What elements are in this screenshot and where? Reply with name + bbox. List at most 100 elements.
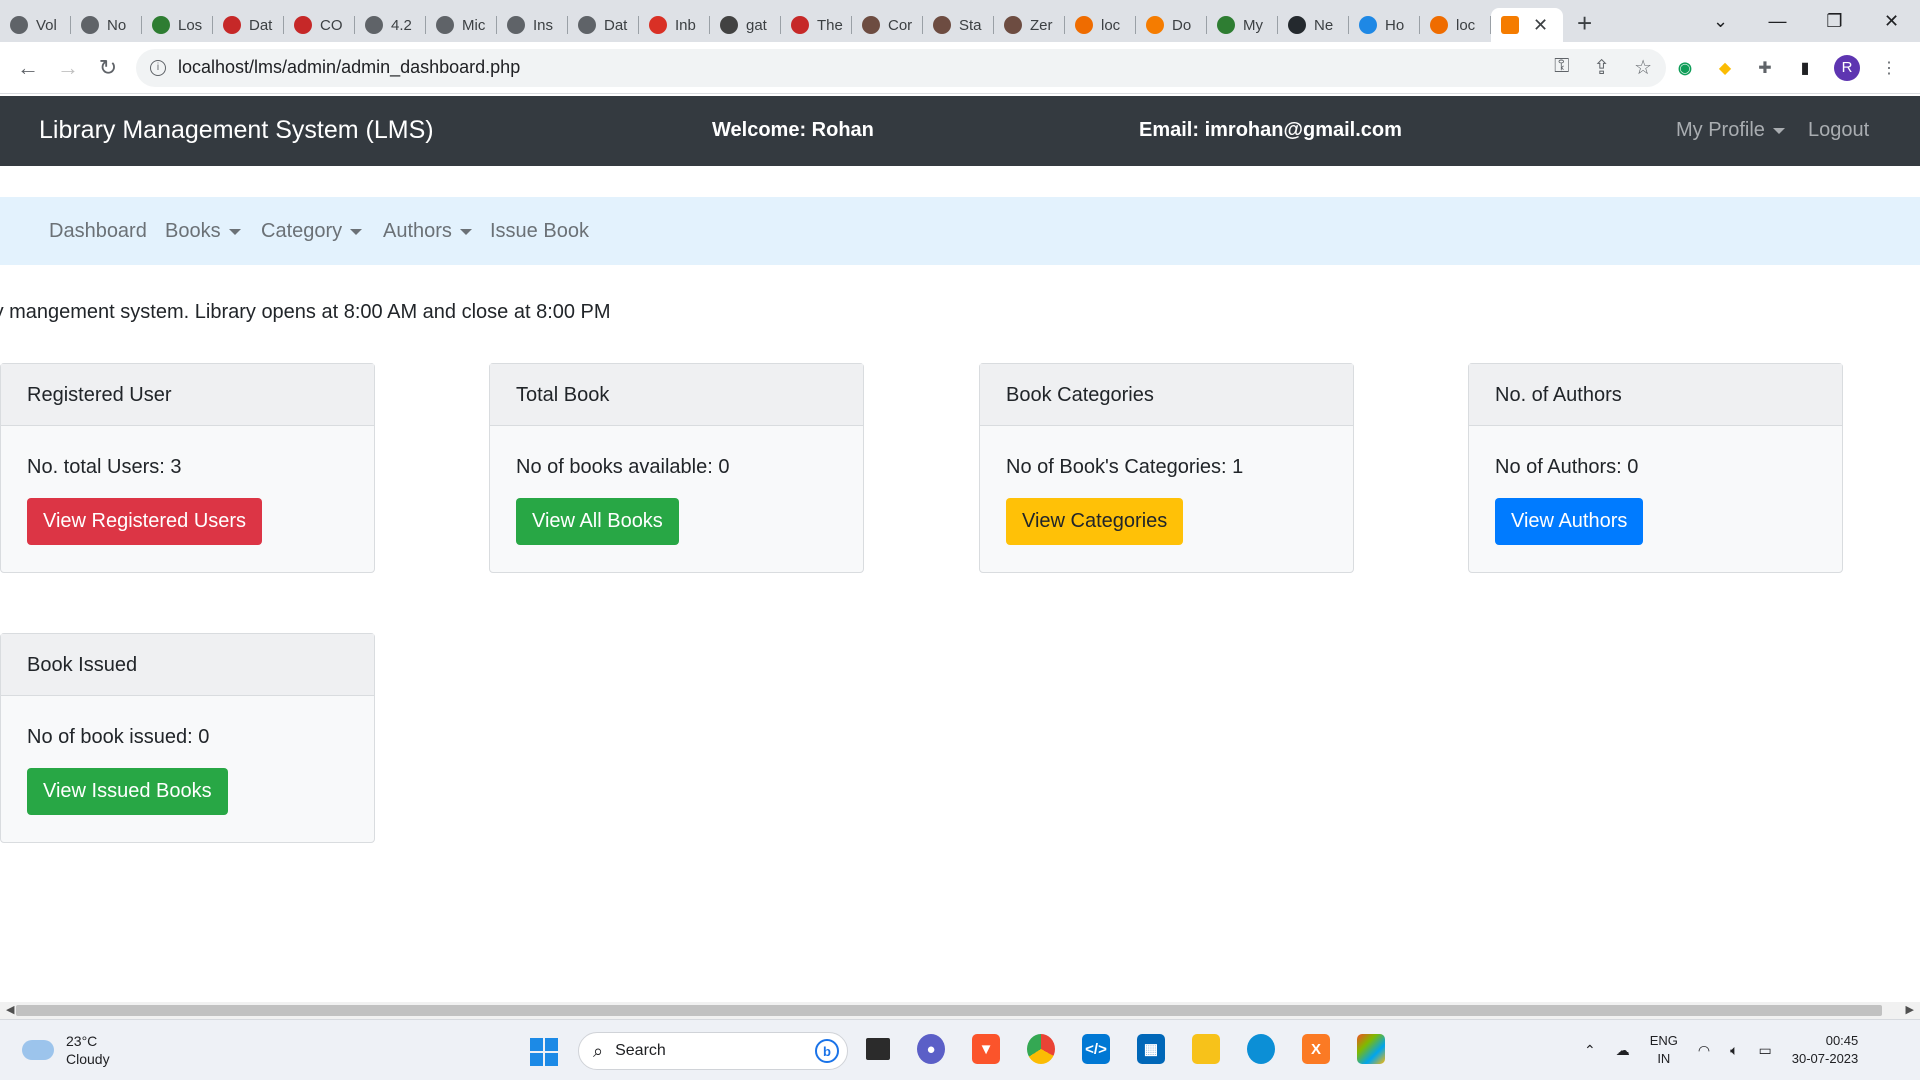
browser-tab[interactable]: Mic (426, 8, 497, 42)
browser-tab[interactable]: Inb (639, 8, 710, 42)
git-icon[interactable] (1357, 1034, 1385, 1064)
view-authors-button[interactable]: View Authors (1495, 498, 1644, 545)
nav-category-label: Category (261, 220, 343, 242)
browser-tab[interactable]: Zer (994, 8, 1065, 42)
onedrive-cloud-icon[interactable]: ☁ (1616, 1042, 1630, 1059)
taskbar-apps: ● ▼ </> ▦ X (866, 1034, 1385, 1064)
share-icon[interactable]: ⇪ (1593, 55, 1610, 80)
nav-authors-dropdown[interactable]: Authors (383, 220, 472, 243)
nav-category-dropdown[interactable]: Category (261, 220, 363, 243)
side-panel-icon[interactable]: ▮ (1794, 57, 1816, 79)
my-profile-dropdown[interactable]: My Profile (1676, 119, 1785, 142)
active-tab[interactable]: ✕ (1491, 8, 1563, 42)
show-hidden-icons-chevron-icon[interactable]: ⌃ (1584, 1042, 1596, 1059)
chrome-icon[interactable] (1027, 1034, 1055, 1064)
browser-tab[interactable]: Dat (568, 8, 639, 42)
view-issued-books-button[interactable]: View Issued Books (27, 768, 228, 815)
url-text[interactable]: localhost/lms/admin/admin_dashboard.php (178, 57, 520, 78)
card-count-text: No of Book's Categories: 1 (1006, 456, 1244, 478)
email-text: Email: imrohan@gmail.com (1139, 119, 1402, 141)
browser-tab[interactable]: Ne (1278, 8, 1349, 42)
browser-menu-icon[interactable]: ⋮ (1878, 57, 1900, 79)
language-indicator[interactable]: ENG IN (1650, 1032, 1678, 1068)
nav-authors-label: Authors (383, 220, 452, 242)
profile-avatar[interactable]: R (1834, 54, 1860, 81)
browser-tab[interactable]: Cor (852, 8, 923, 42)
card-count-text: No of book issued: 0 (27, 726, 210, 748)
extension-color-icon[interactable]: ◆ (1714, 57, 1736, 79)
browser-tab[interactable]: The (781, 8, 852, 42)
scroll-left-arrow-icon[interactable]: ◀ (6, 1002, 14, 1019)
wifi-icon[interactable]: ◠ (1698, 1042, 1710, 1059)
browser-tab[interactable]: loc (1065, 8, 1136, 42)
cloud-icon (22, 1040, 54, 1060)
tab-favicon-icon (1359, 16, 1377, 34)
browser-tab[interactable]: 4.2 (355, 8, 426, 42)
logout-link[interactable]: Logout (1808, 119, 1869, 142)
task-view-icon[interactable] (866, 1038, 890, 1060)
weather-widget[interactable]: 23°C Cloudy (22, 1032, 110, 1068)
scroll-right-arrow-icon[interactable]: ▶ (1906, 1002, 1914, 1019)
taskbar-search[interactable]: ⌕ Search b (578, 1032, 848, 1070)
close-window-button[interactable]: ✕ (1863, 11, 1920, 32)
tab-favicon-icon (223, 16, 241, 34)
close-tab-icon[interactable]: ✕ (1533, 15, 1548, 36)
browser-tab[interactable]: Ins (497, 8, 568, 42)
tab-label: Dat (249, 16, 273, 34)
battery-icon[interactable]: ▭ (1759, 1042, 1772, 1059)
extensions-puzzle-icon[interactable]: ✚ (1754, 57, 1776, 79)
browser-tab[interactable]: CO (284, 8, 355, 42)
xampp-icon[interactable]: X (1302, 1034, 1330, 1064)
restore-button[interactable]: ❐ (1806, 11, 1863, 32)
clock[interactable]: 00:45 30-07-2023 (1792, 1032, 1859, 1068)
browser-tab[interactable]: Ho (1349, 8, 1420, 42)
nav-dashboard[interactable]: Dashboard (49, 220, 147, 243)
key-icon[interactable]: ⚿ (1554, 55, 1569, 80)
volume-icon[interactable]: 🔈︎ (1730, 1042, 1738, 1059)
tab-favicon-icon (436, 16, 454, 34)
bookmark-star-icon[interactable]: ☆ (1634, 55, 1652, 80)
view-registered-users-button[interactable]: View Registered Users (27, 498, 263, 545)
nav-books-dropdown[interactable]: Books (165, 220, 241, 243)
nav-issue-book[interactable]: Issue Book (490, 220, 589, 243)
browser-tab[interactable]: loc (1420, 8, 1491, 42)
tab-label: 4.2 (391, 16, 412, 34)
caret-down-icon (1772, 127, 1785, 134)
extension-green-icon[interactable]: ◉ (1674, 57, 1696, 79)
microsoft-store-icon[interactable]: ▦ (1137, 1034, 1165, 1064)
edge-icon[interactable] (1247, 1034, 1275, 1064)
tab-label: Vol (36, 16, 57, 34)
file-explorer-icon[interactable] (1192, 1034, 1220, 1064)
site-info-icon[interactable]: i (150, 59, 166, 76)
windows-start-icon[interactable] (530, 1038, 558, 1066)
card-title: Book Issued (1, 634, 374, 696)
forward-button[interactable]: → (48, 55, 88, 81)
new-tab-button[interactable]: + (1577, 8, 1592, 39)
browser-tab[interactable]: No (71, 8, 142, 42)
view-all-books-button[interactable]: View All Books (516, 498, 679, 545)
brand-title[interactable]: Library Management System (LMS) (39, 116, 434, 145)
brave-icon[interactable]: ▼ (972, 1034, 1000, 1064)
search-icon: ⌕ (593, 1040, 604, 1061)
tab-search-icon[interactable]: ⌄ (1692, 11, 1749, 32)
teams-chat-icon[interactable]: ● (917, 1034, 945, 1064)
browser-tab[interactable]: Los (142, 8, 213, 42)
tab-label: Ho (1385, 16, 1405, 34)
view-categories-button[interactable]: View Categories (1006, 498, 1184, 545)
reload-button[interactable]: ↻ (88, 55, 128, 81)
browser-tab[interactable]: gat (710, 8, 781, 42)
horizontal-scrollbar[interactable]: ◀ ▶ (0, 1002, 1920, 1019)
vscode-icon[interactable]: </> (1082, 1034, 1110, 1064)
browser-tab[interactable]: Vol (0, 8, 71, 42)
tab-favicon-icon (10, 16, 28, 34)
browser-tab[interactable]: Sta (923, 8, 994, 42)
minimize-button[interactable]: — (1749, 11, 1806, 32)
bing-icon[interactable]: b (815, 1039, 839, 1063)
browser-tab[interactable]: Dat (213, 8, 284, 42)
scrollbar-thumb[interactable] (16, 1005, 1882, 1016)
browser-tab[interactable]: Do (1136, 8, 1207, 42)
browser-tab[interactable]: My (1207, 8, 1278, 42)
omnibox[interactable]: i localhost/lms/admin/admin_dashboard.ph… (136, 48, 1666, 87)
tab-label: Ins (533, 16, 554, 34)
back-button[interactable]: ← (8, 55, 48, 81)
